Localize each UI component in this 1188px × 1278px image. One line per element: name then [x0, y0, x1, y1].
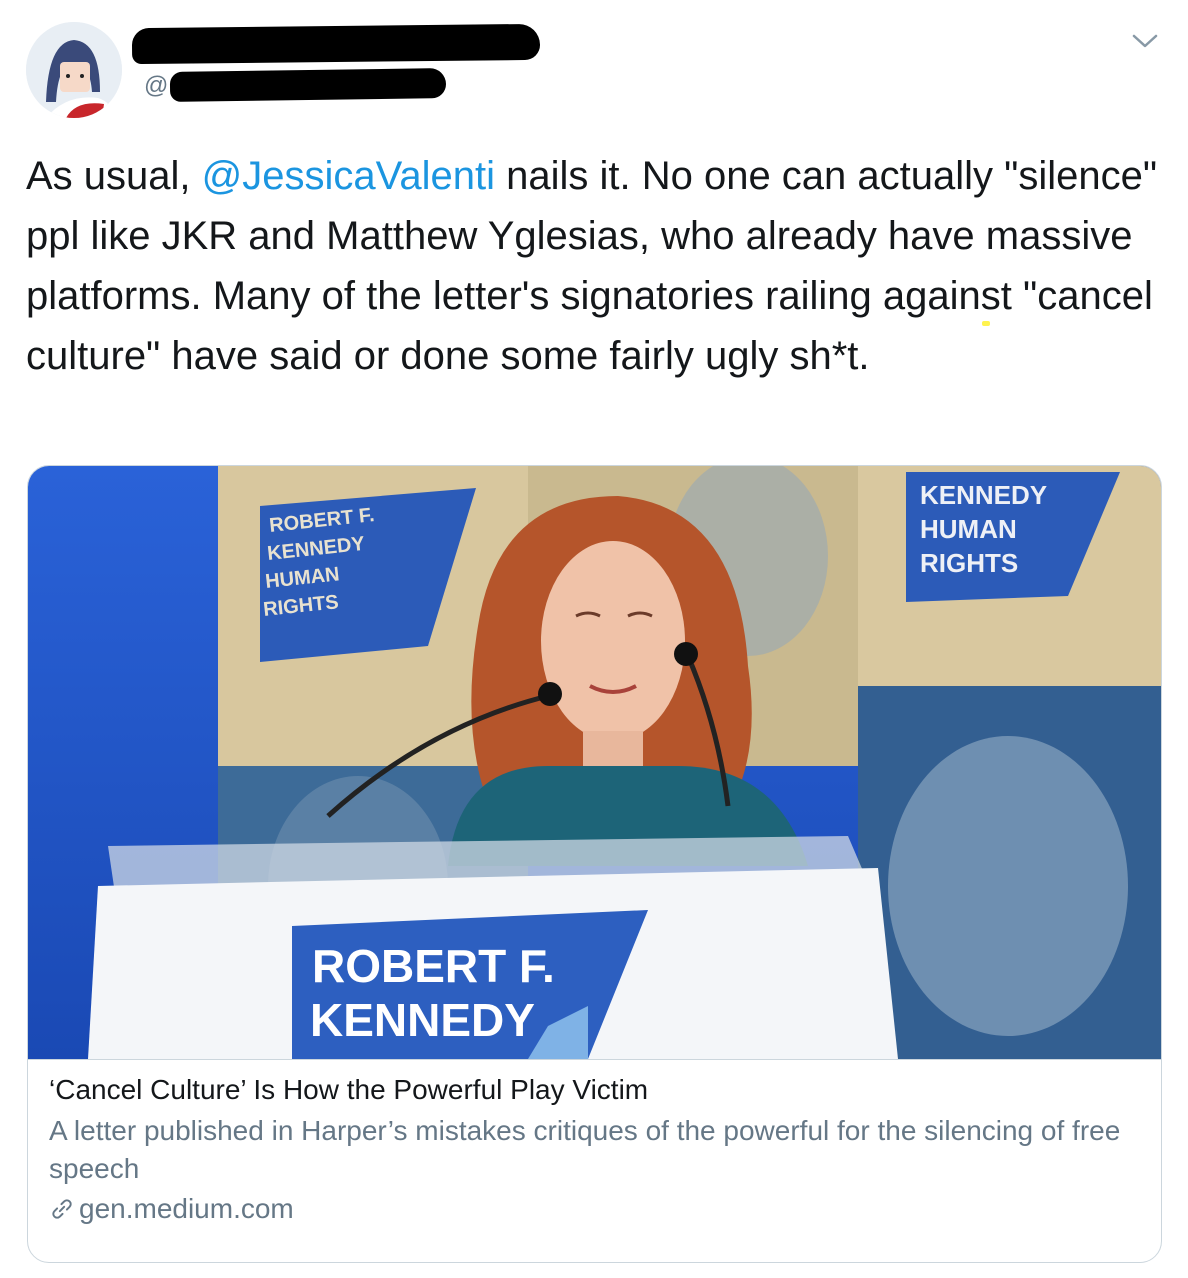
handle-at-sign: @	[144, 72, 169, 99]
chevron-down-icon[interactable]	[1128, 28, 1162, 54]
card-body: ‘Cancel Culture’ Is How the Powerful Pla…	[49, 1072, 1139, 1228]
podium-line2: KENNEDY	[310, 994, 535, 1046]
mention-link[interactable]: @JessicaValenti	[202, 154, 495, 198]
avatar-illustration	[26, 22, 122, 118]
card-image: ROBERT F. KENNEDY HUMAN RIGHTS KENNEDY H…	[28, 466, 1161, 1060]
backdrop-right-line2: HUMAN	[920, 514, 1017, 544]
redacted-display-name	[131, 23, 541, 65]
card-domain-text: gen.medium.com	[79, 1193, 294, 1224]
tweet-text-part: . Many of the letter's signatories raili…	[26, 274, 1153, 378]
avatar[interactable]	[26, 22, 122, 118]
link-icon	[52, 1199, 72, 1219]
card-title: ‘Cancel Culture’ Is How the Powerful Pla…	[49, 1074, 649, 1105]
tweet-text-part: As usual,	[26, 154, 202, 198]
tweet-text: As usual, @JessicaValenti nails it. No o…	[26, 146, 1166, 386]
backdrop-right-line3: RIGHTS	[920, 548, 1018, 578]
redacted-handle	[169, 68, 447, 102]
link-preview-card[interactable]: ROBERT F. KENNEDY HUMAN RIGHTS KENNEDY H…	[27, 465, 1162, 1263]
backdrop-right-line1: KENNEDY	[920, 480, 1047, 510]
podium-line1: ROBERT F.	[312, 940, 555, 992]
card-description: A letter published in Harper’s mistakes …	[49, 1115, 1121, 1184]
card-domain: gen.medium.com	[49, 1190, 1139, 1228]
